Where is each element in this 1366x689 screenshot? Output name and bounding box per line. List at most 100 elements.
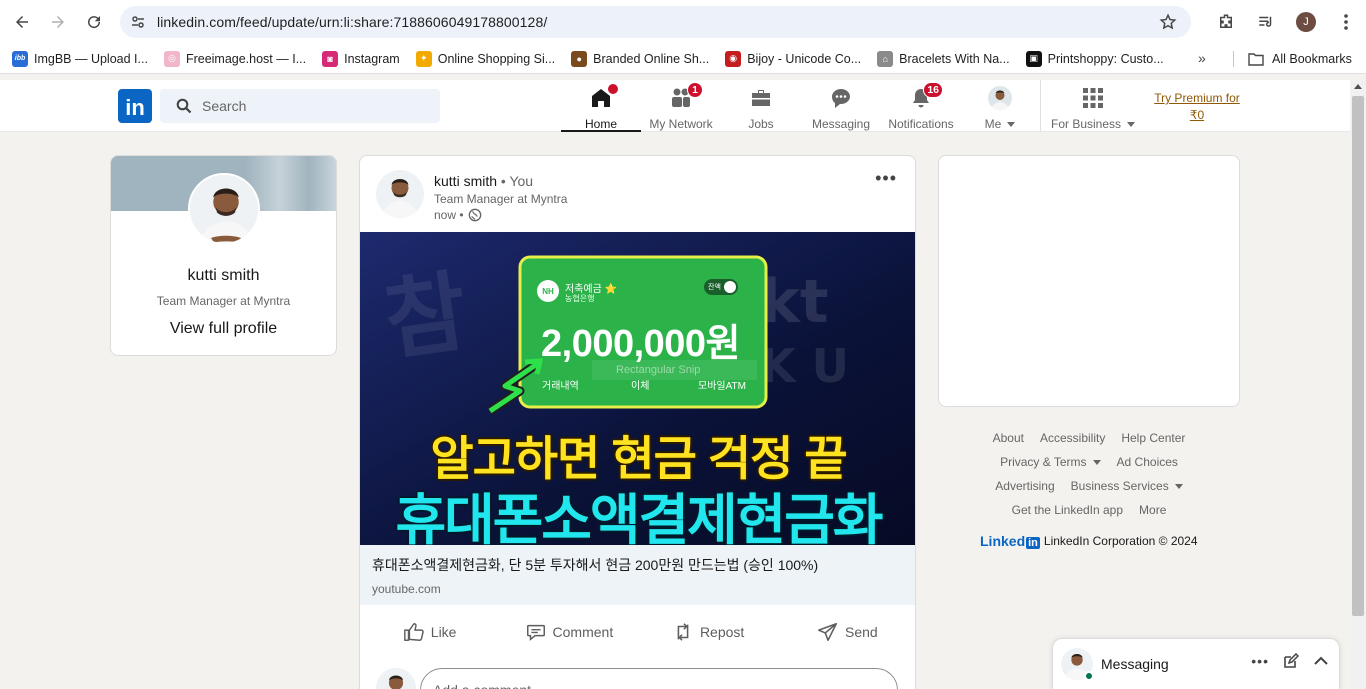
imgbb-icon: ibb <box>12 50 28 67</box>
all-bookmarks-button[interactable]: All Bookmarks <box>1248 44 1352 74</box>
snip-overlay: Rectangular Snip <box>592 360 757 380</box>
nav-me[interactable]: Me <box>961 80 1039 132</box>
premium-line-2: ₹0 <box>1189 108 1205 122</box>
post-time-text: now • <box>434 208 464 222</box>
comment-input[interactable] <box>420 668 898 689</box>
bookmark-item[interactable]: ◉ Bijoy - Unicode Co... <box>717 46 869 72</box>
scroll-up-arrow-icon[interactable] <box>1354 84 1362 89</box>
bookmark-label: Printshoppy: Custo... <box>1047 51 1164 66</box>
messaging-more-icon[interactable]: ••• <box>1251 653 1269 669</box>
chrome-menu-icon[interactable] <box>1326 2 1366 42</box>
search-bar[interactable] <box>160 89 440 123</box>
bookmark-star-icon[interactable] <box>1159 13 1177 31</box>
scrollbar-thumb[interactable] <box>1352 96 1364 616</box>
tab-transactions: 거래내역 <box>542 381 579 392</box>
post-link-preview[interactable]: 휴대폰소액결제현금화, 단 5분 투자해서 현금 200만원 만드는법 (승인 … <box>360 545 915 605</box>
view-full-profile-link[interactable]: View full profile <box>111 320 336 338</box>
messaging-title: Messaging <box>1101 656 1169 672</box>
post-link-thumbnail[interactable]: 참 kt K U NH 저축예금 ⭐ 농협은행 잔액 2,000,000원 거래… <box>360 232 915 545</box>
forward-button[interactable] <box>40 4 76 40</box>
browser-toolbar: linkedin.com/feed/update/urn:li:share:71… <box>0 0 1366 44</box>
bookmark-item[interactable]: ● Branded Online Sh... <box>563 46 717 72</box>
branded-icon: ● <box>571 50 588 67</box>
footer-accessibility[interactable]: Accessibility <box>1040 431 1105 445</box>
more-bookmarks-icon[interactable]: » <box>1198 50 1218 68</box>
bookmark-item[interactable]: ◙ Instagram <box>314 46 408 72</box>
footer-about[interactable]: About <box>993 431 1024 445</box>
instagram-icon: ◙ <box>322 50 339 67</box>
network-icon: 1 <box>669 82 703 110</box>
linkedin-wordmark: Linked in <box>980 533 1040 549</box>
footer-help-center[interactable]: Help Center <box>1121 431 1185 445</box>
bookmark-item[interactable]: ibb ImgBB — Upload I... <box>4 46 156 72</box>
nav-home[interactable]: Home <box>561 80 641 132</box>
footer-brand: Linked in LinkedIn Corporation © 2024 <box>980 533 1198 549</box>
profile-name[interactable]: kutti smith <box>111 267 336 285</box>
footer-business-services[interactable]: Business Services <box>1071 479 1183 493</box>
send-button[interactable]: Send <box>778 614 915 650</box>
ad-card <box>938 155 1240 407</box>
like-label: Like <box>430 624 457 640</box>
post-author-headline: Team Manager at Myntra <box>434 192 568 206</box>
post-more-options-icon[interactable]: ••• <box>875 168 897 189</box>
address-bar[interactable]: linkedin.com/feed/update/urn:li:share:71… <box>120 6 1191 38</box>
reload-button[interactable] <box>76 4 112 40</box>
footer-advertising[interactable]: Advertising <box>995 479 1054 493</box>
footer-privacy-terms-label: Privacy & Terms <box>1000 455 1087 469</box>
extensions-icon[interactable] <box>1206 2 1246 42</box>
freeimage-icon: ◎ <box>163 50 180 67</box>
try-premium-link[interactable]: Try Premium for ₹0 <box>1150 90 1244 124</box>
balance-toggle-label: 잔액 <box>708 284 721 291</box>
bookmark-item[interactable]: ◎ Freeimage.host — I... <box>156 46 314 72</box>
bookmark-label: Branded Online Sh... <box>593 51 710 66</box>
search-input[interactable] <box>202 98 422 114</box>
comment-button[interactable]: Comment <box>499 614 638 650</box>
arrow-graphic-icon <box>487 358 544 415</box>
nav-me-label: Me <box>985 117 1016 131</box>
url-text: linkedin.com/feed/update/urn:li:share:71… <box>157 14 548 30</box>
repost-button[interactable]: Repost <box>639 614 778 650</box>
nav-for-business-text: For Business <box>1050 117 1122 131</box>
chevron-down-icon <box>1174 484 1183 490</box>
network-badge: 1 <box>687 82 703 98</box>
bookmark-item[interactable]: ⌂ Bracelets With Na... <box>869 46 1017 72</box>
post-author-avatar[interactable] <box>376 170 424 218</box>
footer-links: About Accessibility Help Center Privacy … <box>938 426 1240 522</box>
linkedin-logo[interactable]: in <box>118 89 152 123</box>
nav-for-business[interactable]: For Business <box>1045 80 1141 132</box>
post-author-name[interactable]: kutti smith <box>434 173 497 189</box>
nav-my-network[interactable]: 1 My Network <box>641 80 721 132</box>
back-button[interactable] <box>4 4 40 40</box>
footer-get-app[interactable]: Get the LinkedIn app <box>1012 503 1123 517</box>
site-settings-icon[interactable] <box>128 12 148 32</box>
compose-icon[interactable] <box>1283 653 1299 669</box>
profile-button[interactable]: J <box>1286 2 1326 42</box>
messaging-overlay[interactable]: Messaging ••• <box>1052 638 1340 689</box>
link-title: 휴대폰소액결제현금화, 단 5분 투자해서 현금 200만원 만드는법 (승인 … <box>372 557 819 573</box>
printshoppy-icon: ▣ <box>1025 50 1042 67</box>
nav-home-label: Home <box>584 117 617 131</box>
nav-notifications[interactable]: 16 Notifications <box>881 80 961 132</box>
profile-headline: Team Manager at Myntra <box>156 294 291 308</box>
footer-ad-choices[interactable]: Ad Choices <box>1117 455 1178 469</box>
online-status-dot <box>1084 671 1094 681</box>
nav-jobs[interactable]: Jobs <box>721 80 801 132</box>
page-scrollbar[interactable] <box>1350 80 1366 689</box>
nav-my-network-label: My Network <box>649 117 713 131</box>
media-control-icon[interactable] <box>1246 2 1286 42</box>
footer-more[interactable]: More <box>1139 503 1166 517</box>
svg-text:참: 참 <box>379 260 474 373</box>
bookmark-item[interactable]: ✦ Online Shopping Si... <box>408 46 563 72</box>
svg-text:kt: kt <box>760 267 829 337</box>
profile-avatar[interactable] <box>188 173 260 245</box>
balance-amount: 2,000,000원 <box>541 323 741 365</box>
bookmark-label: ImgBB — Upload I... <box>34 51 148 66</box>
post-timestamp: now • <box>434 208 482 222</box>
bookmark-item[interactable]: ▣ Printshoppy: Custo... <box>1018 46 1172 72</box>
chevron-up-icon[interactable] <box>1313 653 1329 669</box>
bracelets-icon: ⌂ <box>877 50 894 67</box>
nav-messaging[interactable]: Messaging <box>801 80 881 132</box>
nav-for-business-label: For Business <box>1050 117 1136 131</box>
footer-privacy-terms[interactable]: Privacy & Terms <box>1000 455 1101 469</box>
like-button[interactable]: Like <box>360 614 499 650</box>
